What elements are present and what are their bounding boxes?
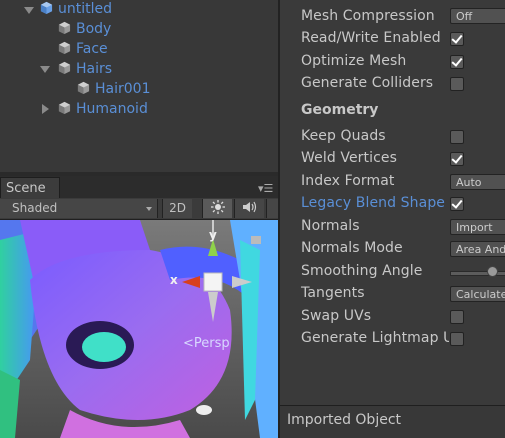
keep-quads-label: Keep Quads — [301, 128, 386, 144]
index-format-label: Index Format — [301, 173, 395, 189]
cube-icon — [58, 101, 71, 114]
normals-mode-dropdown[interactable]: Area And — [450, 241, 505, 257]
panel-menu-icon[interactable]: ▾☰ — [258, 182, 273, 195]
gizmo-y-label: y — [209, 228, 217, 242]
generate-colliders-label: Generate Colliders — [301, 75, 434, 91]
normals-mode-label: Normals Mode — [301, 240, 403, 256]
cube-icon — [58, 41, 71, 54]
character-model-render — [0, 220, 278, 438]
hierarchy-item-humanoid[interactable]: Humanoid — [58, 99, 148, 119]
expand-arrow-icon[interactable] — [24, 7, 34, 14]
legacy-blend-shape-label: Legacy Blend Shape — [301, 195, 446, 211]
audio-toggle-button[interactable] — [234, 199, 264, 218]
hierarchy-item-body[interactable]: Body — [58, 19, 111, 39]
imported-object-label: Imported Object — [287, 412, 402, 428]
optimize-mesh-label: Optimize Mesh — [301, 53, 407, 69]
chevron-left-icon: < — [183, 336, 194, 351]
effects-toggle-button[interactable] — [266, 199, 278, 218]
collapse-arrow-icon[interactable] — [42, 104, 49, 114]
toggle-2d-button[interactable]: 2D — [162, 199, 192, 218]
legacy-blend-shape-checkbox[interactable] — [450, 197, 464, 211]
generate-lightmap-label: Generate Lightmap U — [301, 330, 449, 346]
hierarchy-label: Face — [76, 41, 108, 57]
tab-scene[interactable]: Scene — [0, 177, 60, 198]
hierarchy-item-hair001[interactable]: Hair001 — [77, 79, 150, 99]
smoothing-angle-label: Smoothing Angle — [301, 263, 423, 279]
normals-dropdown[interactable]: Import — [450, 219, 505, 235]
tangents-label: Tangents — [301, 285, 365, 301]
read-write-checkbox[interactable] — [450, 32, 464, 46]
scene-viewport[interactable] — [0, 220, 278, 438]
projection-text: Persp — [193, 336, 230, 351]
cube-icon — [58, 21, 71, 34]
index-format-dropdown[interactable]: Auto — [450, 174, 505, 190]
draw-mode-dropdown[interactable]: Shaded — [0, 199, 158, 218]
weld-vertices-checkbox[interactable] — [450, 152, 464, 166]
hierarchy-item-root[interactable]: untitled — [40, 0, 112, 19]
hierarchy-label: Body — [76, 21, 112, 37]
gizmo-x-label: x — [170, 273, 178, 287]
geometry-header: Geometry — [301, 102, 379, 118]
projection-label[interactable]: <Persp — [183, 336, 230, 351]
sun-icon — [210, 200, 225, 214]
speaker-icon — [242, 201, 256, 213]
read-write-label: Read/Write Enabled — [301, 30, 441, 46]
optimize-mesh-checkbox[interactable] — [450, 55, 464, 69]
hierarchy-label: Hair001 — [95, 81, 151, 97]
hierarchy-item-hairs[interactable]: Hairs — [58, 59, 112, 79]
slider-thumb[interactable] — [487, 266, 498, 277]
hierarchy-label: Hairs — [76, 61, 113, 77]
expand-arrow-icon[interactable] — [40, 66, 50, 73]
hierarchy-label: untitled — [58, 1, 113, 17]
swap-uvs-checkbox[interactable] — [450, 310, 464, 324]
hierarchy-item-face[interactable]: Face — [58, 39, 108, 59]
lighting-toggle-button[interactable] — [202, 199, 232, 218]
normals-label: Normals — [301, 218, 360, 234]
hierarchy-label: Humanoid — [76, 101, 148, 117]
mesh-compression-label: Mesh Compression — [301, 8, 435, 24]
tangents-dropdown[interactable]: Calculate — [450, 286, 505, 302]
mesh-compression-dropdown[interactable]: Off — [450, 8, 505, 24]
swap-uvs-label: Swap UVs — [301, 308, 372, 324]
generate-lightmap-checkbox[interactable] — [450, 332, 464, 346]
chevron-down-icon — [146, 207, 152, 211]
keep-quads-checkbox[interactable] — [450, 130, 464, 144]
weld-vertices-label: Weld Vertices — [301, 150, 398, 166]
cube-icon — [77, 81, 90, 94]
generate-colliders-checkbox[interactable] — [450, 77, 464, 91]
cube-icon — [58, 61, 71, 74]
prefab-cube-icon — [40, 1, 53, 14]
